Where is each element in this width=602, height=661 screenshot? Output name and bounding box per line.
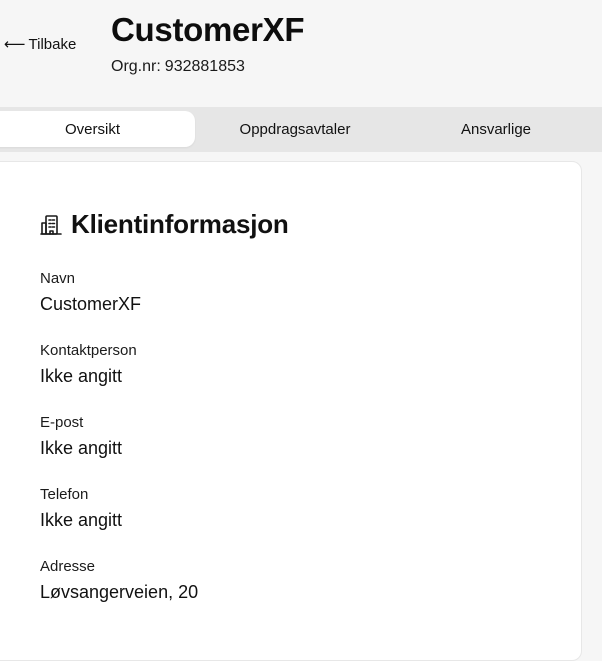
field-label: Navn [40,270,76,287]
office-building-icon [39,213,63,237]
card-heading: Klientinformasjon [39,209,289,240]
field-value: CustomerXF [40,294,142,314]
tab-bar: Oversikt Oppdragsavtaler Ansvarlige [0,107,602,152]
field-epost: E-post Ikke angitt [40,414,122,459]
org-number-value: 932881853 [164,58,245,75]
org-number-label: Org.nr: [111,58,161,75]
field-value: Ikke angitt [40,366,123,386]
card-title: Klientinformasjon [71,209,289,239]
field-navn: Navn CustomerXF [40,270,141,315]
field-kontaktperson: Kontaktperson Ikke angitt [40,342,137,387]
org-number-row: Org.nr: 932881853 [111,58,245,76]
page-header: ⟵ Tilbake CustomerXF Org.nr: 932881853 [0,0,602,106]
tab-ansvarlige[interactable]: Ansvarlige [396,111,596,147]
field-label: Kontaktperson [40,342,137,359]
back-link[interactable]: ⟵ Tilbake [4,36,76,53]
tab-oppdragsavtaler[interactable]: Oppdragsavtaler [196,111,394,147]
field-label: Telefon [40,486,89,503]
page-title: CustomerXF [111,11,305,48]
field-value: Ikke angitt [40,510,123,530]
tab-oversikt[interactable]: Oversikt [0,111,195,147]
field-label: Adresse [40,558,96,575]
field-value: Ikke angitt [40,438,123,458]
back-arrow-icon: ⟵ [4,36,26,53]
back-label: Tilbake [28,36,77,53]
field-adresse: Adresse Løvsangerveien, 20 [40,558,198,603]
field-label: E-post [40,414,84,431]
field-telefon: Telefon Ikke angitt [40,486,122,531]
field-value: Løvsangerveien, 20 [40,582,199,602]
